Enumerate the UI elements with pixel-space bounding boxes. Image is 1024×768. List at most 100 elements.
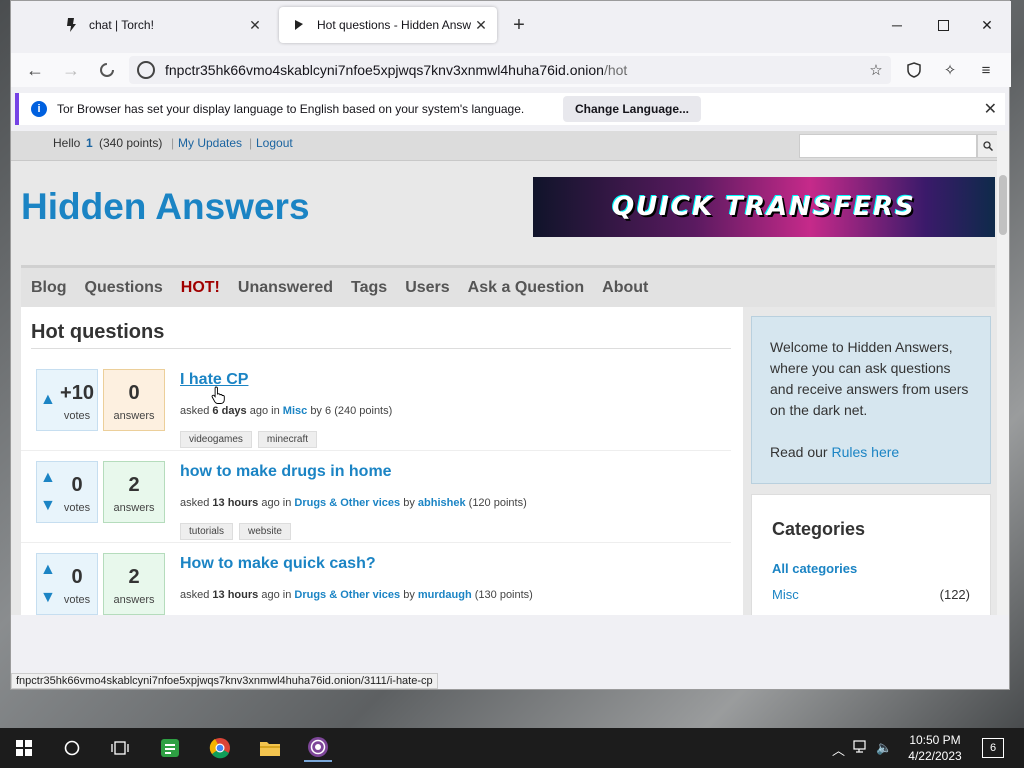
clock-date: 4/22/2023: [908, 749, 962, 763]
hamburger-menu-icon[interactable]: ≡: [975, 59, 997, 81]
vote-down-arrow-icon[interactable]: ▼: [40, 498, 56, 514]
categories-title: Categories: [772, 519, 866, 539]
volume-muted-icon[interactable]: 🔈: [876, 740, 892, 756]
stop-loading-icon[interactable]: [95, 59, 119, 81]
author-link[interactable]: abhishek: [418, 497, 466, 509]
vertical-scrollbar[interactable]: [997, 131, 1009, 615]
tag[interactable]: tutorials: [180, 523, 234, 540]
logout-link[interactable]: Logout: [256, 136, 293, 150]
address-bar[interactable]: fnpctr35hk66vmo4skablcyni7nfoe5xpjwqs7kn…: [129, 56, 891, 84]
answers-label: answers: [113, 594, 155, 606]
menu-unanswered[interactable]: Unanswered: [238, 279, 333, 297]
tor-browser-icon[interactable]: [304, 734, 332, 762]
author-link[interactable]: murdaugh: [418, 589, 472, 601]
menu-questions[interactable]: Questions: [85, 279, 163, 297]
user-bar: Hello 1 (340 points) | My Updates | Logo…: [11, 131, 1009, 161]
magic-wand-icon[interactable]: ✧: [939, 59, 961, 81]
network-icon[interactable]: [853, 740, 869, 757]
url-host: fnpctr35hk66vmo4skablcyni7nfoe5xpjwqs7kn…: [165, 62, 604, 78]
tab-chat-torch[interactable]: chat | Torch! ✕: [51, 7, 271, 43]
browser-window: chat | Torch! ✕ Hot questions - Hidden A…: [10, 0, 1011, 690]
rules-link[interactable]: Rules here: [831, 444, 899, 460]
close-window-icon[interactable]: ✕: [977, 15, 997, 35]
system-clock[interactable]: 10:50 PM 4/22/2023: [900, 732, 970, 764]
forward-arrow-icon[interactable]: →: [59, 59, 83, 81]
meta-when: 13 hours: [212, 589, 259, 601]
votes-label: votes: [63, 594, 91, 606]
shield-icon[interactable]: [903, 59, 925, 81]
question-title-link[interactable]: how to make drugs in home: [180, 463, 392, 481]
file-explorer-icon[interactable]: [256, 734, 284, 762]
menu-hot[interactable]: HOT!: [181, 279, 220, 297]
change-language-button[interactable]: Change Language...: [563, 96, 702, 122]
minimize-icon[interactable]: ─: [887, 15, 907, 35]
vote-down-arrow-icon[interactable]: ▼: [40, 590, 56, 606]
menu-blog[interactable]: Blog: [31, 279, 67, 297]
search-circle-icon[interactable]: [58, 734, 86, 762]
close-notification-icon[interactable]: ✕: [984, 99, 997, 119]
author-points: (240 points): [334, 405, 393, 417]
category-link[interactable]: Misc: [283, 405, 307, 417]
welcome-box: Welcome to Hidden Answers, where you can…: [751, 316, 991, 484]
read-our-text: Read our: [770, 444, 828, 460]
question-item: ▲ ▼ 0 votes 2 answers How to make quick …: [21, 543, 731, 615]
vote-up-arrow-icon[interactable]: ▲: [40, 392, 56, 408]
search-input[interactable]: [799, 134, 977, 158]
hand-cursor-icon: [211, 386, 225, 404]
close-tab-icon[interactable]: ✕: [245, 17, 265, 34]
vote-up-arrow-icon[interactable]: ▲: [40, 470, 56, 486]
new-tab-plus-icon[interactable]: +: [509, 15, 529, 35]
close-tab-icon[interactable]: ✕: [471, 17, 491, 34]
tag-list: videogames minecraft: [180, 431, 323, 448]
bookmark-star-icon[interactable]: ☆: [865, 59, 887, 81]
category-link[interactable]: Drugs & Other vices: [294, 589, 400, 601]
category-misc-link[interactable]: Misc: [772, 587, 799, 602]
show-hidden-icons-chevron-icon[interactable]: ︿: [832, 740, 845, 759]
meta-ago-in: ago in: [261, 589, 292, 601]
meta-by: by: [310, 405, 322, 417]
question-item: ▲ ▼ 0 votes 2 answers how to make drugs …: [21, 451, 731, 543]
action-center-notification-icon[interactable]: 6: [982, 738, 1004, 758]
tag[interactable]: website: [239, 523, 291, 540]
answer-count: 2: [128, 474, 140, 496]
url-path: /hot: [603, 62, 628, 78]
category-link[interactable]: Drugs & Other vices: [294, 497, 400, 509]
maximize-icon[interactable]: [933, 15, 953, 35]
notification-message: Tor Browser has set your display languag…: [57, 102, 525, 116]
my-updates-link[interactable]: My Updates: [178, 136, 242, 150]
back-arrow-icon[interactable]: ←: [23, 59, 47, 81]
votes-label: votes: [63, 502, 91, 514]
vote-up-arrow-icon[interactable]: ▲: [40, 562, 56, 578]
tag[interactable]: videogames: [180, 431, 252, 448]
menu-users[interactable]: Users: [405, 279, 449, 297]
menu-about[interactable]: About: [602, 279, 648, 297]
scrollbar-thumb[interactable]: [999, 175, 1007, 235]
tag[interactable]: minecraft: [257, 431, 318, 448]
question-meta: asked 13 hours ago in Drugs & Other vice…: [180, 497, 527, 509]
search-icon[interactable]: [977, 134, 999, 158]
meta-by: by: [403, 497, 415, 509]
answer-count-box: 2 answers: [103, 461, 165, 523]
quick-transfers-banner[interactable]: QUICK TRANSFERS: [533, 177, 995, 237]
question-meta: asked 6 days ago in Misc by 6 (240 point…: [180, 405, 392, 417]
question-item: ▲ +10 votes 0 answers I hate CP asked 6 …: [21, 359, 731, 451]
green-app-icon[interactable]: [156, 734, 184, 762]
tab-hot-questions[interactable]: Hot questions - Hidden Answe ✕: [279, 7, 497, 43]
categories-box: Categories All categories Misc (122): [751, 494, 991, 615]
question-title-link[interactable]: How to make quick cash?: [180, 555, 376, 573]
all-categories-link[interactable]: All categories: [772, 561, 857, 576]
main-menu: Blog Questions HOT! Unanswered Tags User…: [21, 265, 995, 307]
separator: |: [249, 136, 253, 150]
chrome-icon[interactable]: [206, 734, 234, 762]
author-link[interactable]: 6: [325, 405, 331, 417]
menu-tags[interactable]: Tags: [351, 279, 387, 297]
windows-start-icon[interactable]: [10, 734, 38, 762]
author-points: (120 points): [468, 497, 527, 509]
menu-ask-a-question[interactable]: Ask a Question: [468, 279, 584, 297]
tag-list: tutorials website: [180, 523, 297, 540]
hidden-answers-favicon-icon: [291, 17, 307, 33]
task-view-icon[interactable]: [106, 734, 134, 762]
site-title[interactable]: Hidden Answers: [21, 186, 310, 228]
username-link[interactable]: 1: [86, 136, 93, 150]
torch-favicon-icon: [63, 17, 79, 33]
